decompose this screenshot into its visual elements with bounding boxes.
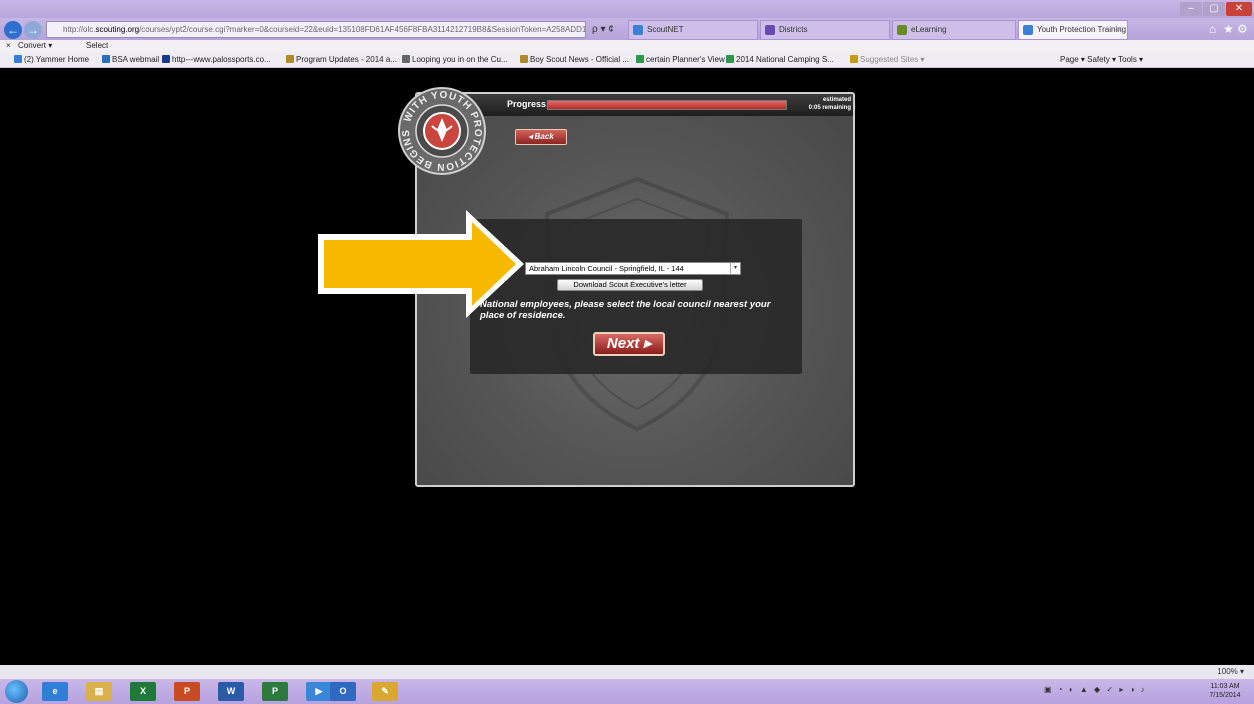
favorite-boy-scout-news[interactable]: Boy Scout News - Official ... [520,52,629,68]
next-button[interactable]: Next ▸ [593,332,665,356]
favorite-national-camping[interactable]: 2014 National Camping S... [726,52,834,68]
favicon-icon [520,55,528,63]
browser-status-bar: 100% ▾ [0,665,1254,679]
tab-label: Youth Protection Training [1037,25,1127,34]
taskbar-powerpoint-icon[interactable]: P [174,682,200,701]
tab-label: eLearning [911,25,947,34]
favicon-icon [636,55,644,63]
progress-label: Progress: [507,99,550,109]
favicon-icon [162,55,170,63]
favorite-yammer[interactable]: (2) Yammer Home [14,52,89,68]
favicon-icon [14,55,22,63]
address-tools[interactable]: ρ ▾ ¢ [592,21,626,38]
address-path: /courses/ypt2/course.cgi?marker=0&course… [139,25,586,34]
windows-taskbar: e ▤ X P W P ▶ O ✎ ▣ ◔ ◐ ▲ ◆ ✓ ▸ ◑ ♪ 11:0… [0,679,1254,704]
favicon-icon [102,55,110,63]
taskbar-outlook-icon[interactable]: O [330,682,356,701]
browser-back-button[interactable]: ← [4,21,22,39]
estimate-label: estimated [822,97,851,103]
progress-fill [548,101,786,109]
council-select[interactable]: Abraham Lincoln Council - Springfield, I… [525,262,741,275]
taskbar-media-icon[interactable]: ▶ [306,682,332,701]
download-letter-button[interactable]: Download Scout Executive's letter [557,279,703,291]
tab-favicon-icon [897,25,907,35]
address-prefix: http://olc. [63,25,96,34]
tab-favicon-icon [765,25,775,35]
window-title-bar: – ▢ ✕ [0,0,1254,18]
tab-favicon-icon [1023,25,1033,35]
convert-button[interactable]: Convert ▾ [18,40,52,52]
course-back-button[interactable]: ◂ Back [515,129,567,145]
favicon-icon [402,55,410,63]
taskbar-project-icon[interactable]: P [262,682,288,701]
tab-close-icon[interactable]: × [1116,24,1121,34]
select-button[interactable]: Select [86,40,108,52]
address-host: scouting.org [95,25,140,34]
favorite-palossports[interactable]: http---www.palossports.co... [162,52,271,68]
taskbar-excel-icon[interactable]: X [130,682,156,701]
address-bar[interactable]: http://olc.scouting.org/courses/ypt2/cou… [46,21,586,38]
favorite-program-updates[interactable]: Program Updates - 2014 a... [286,52,397,68]
tab-districts[interactable]: Districts [760,20,890,40]
council-select-value: Abraham Lincoln Council - Springfield, I… [529,264,684,273]
favicon-icon [726,55,734,63]
gear-icon[interactable]: ⚙ [1237,22,1248,36]
tab-youth-protection-training[interactable]: Youth Protection Training [1018,20,1128,40]
start-button[interactable] [5,680,28,703]
taskbar-paint-icon[interactable]: ✎ [372,682,398,701]
taskbar-word-icon[interactable]: W [218,682,244,701]
favorite-suggested-sites[interactable]: Suggested Sites ▾ [850,52,925,68]
time-estimate: estimated 0:05 remaining [797,96,851,112]
home-icon[interactable]: ⌂ [1209,22,1216,36]
taskbar-files-icon[interactable]: ▤ [86,682,112,701]
instructions-text: National employees, please select the lo… [480,299,771,321]
tab-scoutnet[interactable]: ScoutNET [628,20,758,40]
favorite-looping[interactable]: Looping you in on the Cu... [402,52,508,68]
page-safety-tools-menus[interactable]: Page ▾ Safety ▾ Tools ▾ [1060,52,1143,68]
favorite-planners-view[interactable]: certain Planner's View [636,52,725,68]
tab-label: Districts [779,25,808,34]
chevron-down-icon[interactable]: ▾ [730,263,740,274]
commandbar-close-icon[interactable]: × [6,40,11,52]
browser-forward-button[interactable]: → [24,21,42,39]
command-bar: × Convert ▾ Select [0,40,1254,52]
estimate-remaining: 0:05 remaining [808,105,851,111]
taskbar-ie-icon[interactable]: e [42,682,68,701]
clock[interactable]: 11:03 AM 7/15/2014 [1200,682,1250,700]
tab-label: ScoutNET [647,25,684,34]
minimize-button[interactable]: – [1180,2,1202,16]
progress-bar [547,100,787,110]
system-tray[interactable]: ▣ ◔ ◐ ▲ ◆ ✓ ▸ ◑ ♪ [1044,685,1194,699]
favicon-icon [286,55,294,63]
youth-protection-seal-logo: WITH YOUTH PROTECTION BEGINS [398,87,486,175]
clock-time: 11:03 AM [1210,683,1240,690]
clock-date: 7/15/2014 [1209,692,1241,699]
favorites-bar: (2) Yammer Home BSA webmail http---www.p… [0,52,1254,68]
favicon-icon [850,55,858,63]
close-window-button[interactable]: ✕ [1226,2,1252,16]
favorite-bsa-webmail[interactable]: BSA webmail [102,52,159,68]
maximize-button[interactable]: ▢ [1203,2,1225,16]
tab-elearning[interactable]: eLearning [892,20,1016,40]
zoom-level[interactable]: 100% ▾ [1217,667,1244,676]
favorites-star-icon[interactable]: ★ [1223,22,1234,36]
yellow-arrow-icon [318,210,524,318]
tab-favicon-icon [633,25,643,35]
